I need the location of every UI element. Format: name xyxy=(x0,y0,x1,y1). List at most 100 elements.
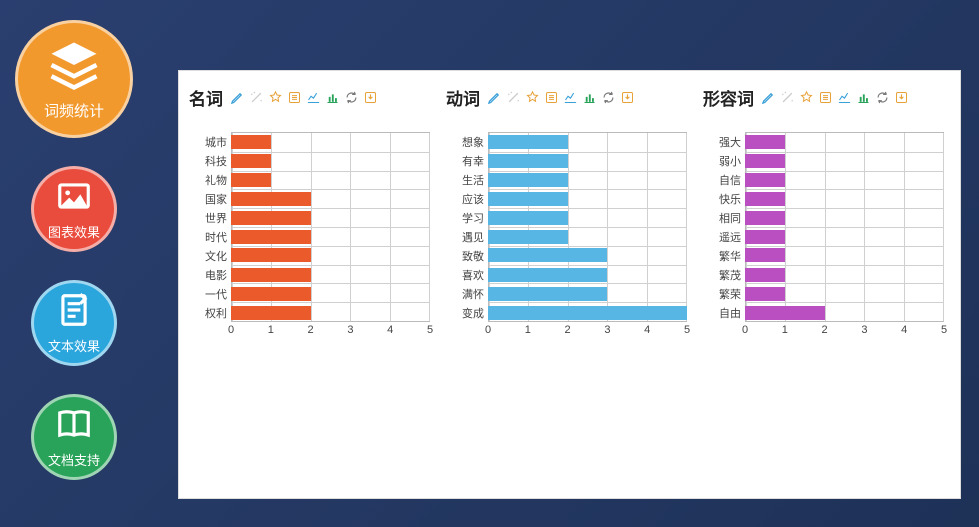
linechart-icon[interactable] xyxy=(836,90,852,106)
chart-title: 名词 xyxy=(189,85,223,110)
bar xyxy=(488,154,568,168)
category-label: 应该 xyxy=(462,191,488,207)
category-label: 有幸 xyxy=(462,153,488,169)
chart-header: 动词 xyxy=(446,85,693,110)
x-tick: 1 xyxy=(268,324,274,336)
x-tick: 2 xyxy=(308,324,314,336)
bar xyxy=(488,248,607,262)
sidebar-btn-0[interactable]: 词频统计 xyxy=(15,20,133,138)
sidebar-label: 文档支持 xyxy=(48,450,100,469)
x-tick: 5 xyxy=(427,324,433,336)
chart-title: 动词 xyxy=(446,85,480,110)
category-label: 世界 xyxy=(205,210,231,226)
refresh-icon[interactable] xyxy=(874,90,890,106)
list-icon[interactable] xyxy=(543,90,559,106)
sidebar-btn-2[interactable]: 文本效果 xyxy=(31,280,117,366)
bar xyxy=(231,192,311,206)
x-tick: 1 xyxy=(782,324,788,336)
category-label: 科技 xyxy=(205,153,231,169)
x-tick: 3 xyxy=(861,324,867,336)
category-label: 遥远 xyxy=(719,229,745,245)
bar xyxy=(231,211,311,225)
x-axis: 012345 xyxy=(488,322,687,340)
x-tick: 1 xyxy=(525,324,531,336)
image-icon xyxy=(55,177,93,222)
category-label: 遇见 xyxy=(462,229,488,245)
refresh-icon[interactable] xyxy=(343,90,359,106)
category-label: 弱小 xyxy=(719,153,745,169)
book-icon xyxy=(55,405,93,450)
category-label: 繁荣 xyxy=(719,286,745,302)
chart-column-2: 形容词强大弱小自信快乐相同遥远繁华繁茂繁荣自由012345 xyxy=(703,85,950,478)
x-tick: 3 xyxy=(604,324,610,336)
linechart-icon[interactable] xyxy=(305,90,321,106)
bar xyxy=(745,154,785,168)
category-label: 时代 xyxy=(205,229,231,245)
x-axis: 012345 xyxy=(231,322,430,340)
wand-icon[interactable] xyxy=(505,90,521,106)
x-tick: 0 xyxy=(485,324,491,336)
category-label: 快乐 xyxy=(719,191,745,207)
note-icon xyxy=(55,291,93,336)
pencil-icon[interactable] xyxy=(760,90,776,106)
sidebar-label: 图表效果 xyxy=(48,222,100,241)
wand-icon[interactable] xyxy=(779,90,795,106)
x-tick: 4 xyxy=(387,324,393,336)
list-icon[interactable] xyxy=(286,90,302,106)
sidebar-label: 词频统计 xyxy=(44,100,104,121)
bar xyxy=(231,306,311,320)
category-label: 自由 xyxy=(719,305,745,321)
save-icon[interactable] xyxy=(893,90,909,106)
x-tick: 5 xyxy=(941,324,947,336)
x-tick: 0 xyxy=(742,324,748,336)
category-label: 喜欢 xyxy=(462,267,488,283)
barchart-icon[interactable] xyxy=(324,90,340,106)
bar xyxy=(488,230,568,244)
x-axis: 012345 xyxy=(745,322,944,340)
sidebar-label: 文本效果 xyxy=(48,336,100,355)
category-label: 一代 xyxy=(205,286,231,302)
linechart-icon[interactable] xyxy=(562,90,578,106)
barchart-icon[interactable] xyxy=(581,90,597,106)
save-icon[interactable] xyxy=(619,90,635,106)
bar xyxy=(488,306,687,320)
bar xyxy=(231,248,311,262)
star-icon[interactable] xyxy=(798,90,814,106)
category-label: 想象 xyxy=(462,134,488,150)
bar xyxy=(231,230,311,244)
bar xyxy=(231,287,311,301)
bar xyxy=(745,287,785,301)
bar xyxy=(745,135,785,149)
bar xyxy=(488,287,607,301)
bar xyxy=(231,268,311,282)
category-label: 学习 xyxy=(462,210,488,226)
category-label: 繁茂 xyxy=(719,267,745,283)
category-label: 城市 xyxy=(205,134,231,150)
sidebar-btn-1[interactable]: 图表效果 xyxy=(31,166,117,252)
barchart-icon[interactable] xyxy=(855,90,871,106)
pencil-icon[interactable] xyxy=(229,90,245,106)
bar xyxy=(745,211,785,225)
chart-plot: 想象有幸生活应该学习遇见致敬喜欢满怀变成 xyxy=(488,132,687,322)
category-label: 强大 xyxy=(719,134,745,150)
chart-column-1: 动词想象有幸生活应该学习遇见致敬喜欢满怀变成012345 xyxy=(446,85,693,478)
save-icon[interactable] xyxy=(362,90,378,106)
sidebar-btn-3[interactable]: 文档支持 xyxy=(31,394,117,480)
refresh-icon[interactable] xyxy=(600,90,616,106)
x-tick: 2 xyxy=(822,324,828,336)
layers-icon xyxy=(47,38,101,100)
star-icon[interactable] xyxy=(524,90,540,106)
pencil-icon[interactable] xyxy=(486,90,502,106)
x-tick: 2 xyxy=(565,324,571,336)
bar xyxy=(488,192,568,206)
bar xyxy=(488,268,607,282)
category-label: 满怀 xyxy=(462,286,488,302)
star-icon[interactable] xyxy=(267,90,283,106)
bar xyxy=(488,211,568,225)
category-label: 变成 xyxy=(462,305,488,321)
list-icon[interactable] xyxy=(817,90,833,106)
wand-icon[interactable] xyxy=(248,90,264,106)
category-label: 繁华 xyxy=(719,248,745,264)
x-tick: 5 xyxy=(684,324,690,336)
category-label: 生活 xyxy=(462,172,488,188)
